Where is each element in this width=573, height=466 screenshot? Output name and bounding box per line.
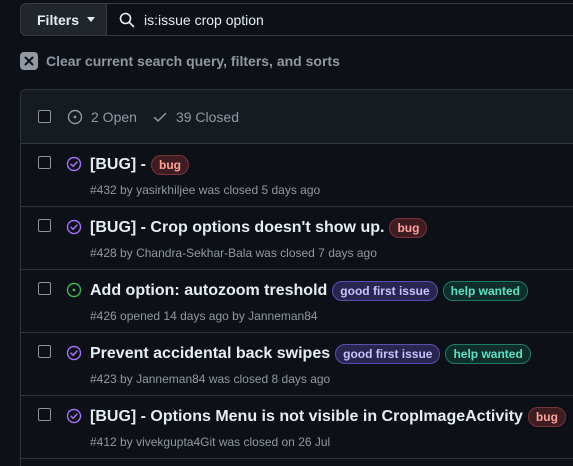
issue-title-line: [BUG] - Crop options doesn't show up. bug xyxy=(90,218,428,238)
issue-checkbox[interactable] xyxy=(38,345,51,358)
issue-author-link[interactable]: Janneman84 xyxy=(136,372,205,386)
caret-down-icon xyxy=(87,17,96,22)
check-icon xyxy=(153,112,167,122)
issue-status-text: was closed 5 days ago xyxy=(198,183,321,197)
issue-title-line: Add option: autozoom treshold good first … xyxy=(90,281,528,301)
issue-closed-icon xyxy=(66,219,82,240)
open-issues-tab[interactable]: 2 Open xyxy=(67,109,137,125)
issue-title-link[interactable]: Add option: autozoom treshold xyxy=(90,282,327,300)
issue-status-text: was closed 7 days ago xyxy=(255,246,377,260)
issue-by-text: by xyxy=(120,372,133,386)
issue-opened-icon xyxy=(66,282,82,303)
issue-number: #423 xyxy=(90,372,117,386)
issue-status-text: was closed on 26 Jul xyxy=(218,435,331,449)
label-hw[interactable]: help wanted xyxy=(445,344,531,364)
filters-button[interactable]: Filters xyxy=(20,3,107,36)
issue-closed-icon xyxy=(66,156,82,177)
clear-filters-link[interactable]: Clear current search query, filters, and… xyxy=(20,52,340,70)
issue-title-link[interactable]: [BUG] - Crop options doesn't show up. xyxy=(90,219,384,237)
issue-author-link[interactable]: Chandra-Sekhar-Bala xyxy=(136,246,252,260)
issue-author-link[interactable]: yasirkhiljee xyxy=(136,183,195,197)
issue-number: #428 xyxy=(90,246,117,260)
issue-closed-icon xyxy=(66,345,82,366)
issue-closed-icon xyxy=(66,408,82,429)
issue-row[interactable]: [BUG] - bug #432 by yasirkhiljee was close… xyxy=(21,144,573,207)
issue-number: #426 xyxy=(90,309,117,323)
search-bar: Filters xyxy=(0,3,573,37)
label-bug[interactable]: bug xyxy=(150,155,189,175)
label-gfi[interactable]: good first issue xyxy=(332,281,438,301)
issue-meta: #426 opened 14 days ago by Janneman84 xyxy=(90,309,318,323)
issue-meta: #423 by Janneman84 was closed 8 days ago xyxy=(90,372,330,386)
issue-status-text: was closed 8 days ago xyxy=(208,372,331,386)
issue-by-text: by xyxy=(120,183,133,197)
issue-title-line: [BUG] - Options Menu is not visible in C… xyxy=(90,407,566,427)
issue-meta: #432 by yasirkhiljee was closed 5 days a… xyxy=(90,183,320,197)
issue-row[interactable]: Prevent accidental back swipes good first… xyxy=(21,333,573,396)
issue-opened-text: opened 14 days ago by xyxy=(120,309,245,323)
issue-checkbox[interactable] xyxy=(38,282,51,295)
issue-meta: #412 by vivekgupta4Git was closed on 26 … xyxy=(90,435,330,449)
issue-row[interactable]: Add option: autozoom treshold good first … xyxy=(21,270,573,333)
close-icon xyxy=(20,52,38,70)
search-icon xyxy=(119,12,135,27)
issue-rows: [BUG] - bug #432 by yasirkhiljee was close… xyxy=(21,144,573,459)
issue-by-text: by xyxy=(120,435,133,449)
issue-by-text: by xyxy=(120,246,133,260)
issue-title-link[interactable]: [BUG] - Options Menu is not visible in C… xyxy=(90,408,523,426)
label-hw[interactable]: help wanted xyxy=(442,281,528,301)
issue-title-line: Prevent accidental back swipes good first… xyxy=(90,344,531,364)
issue-title-link[interactable]: Prevent accidental back swipes xyxy=(90,345,330,363)
issue-number: #432 xyxy=(90,183,117,197)
label-gfi[interactable]: good first issue xyxy=(335,344,441,364)
label-bug[interactable]: bug xyxy=(527,407,566,427)
issue-opened-icon xyxy=(67,109,83,124)
issue-title-line: [BUG] - bug xyxy=(90,155,189,175)
issue-row[interactable]: [BUG] - Crop options doesn't show up. bug… xyxy=(21,207,573,270)
issues-list-header: 2 Open 39 Closed xyxy=(21,90,573,144)
select-all-checkbox[interactable] xyxy=(38,110,51,123)
issue-number: #412 xyxy=(90,435,117,449)
issue-meta: #428 by Chandra-Sekhar-Bala was closed 7… xyxy=(90,246,377,260)
closed-issues-tab[interactable]: 39 Closed xyxy=(152,109,239,125)
search-input[interactable] xyxy=(144,11,544,28)
clear-filters-label: Clear current search query, filters, and… xyxy=(46,53,340,69)
issue-checkbox[interactable] xyxy=(38,219,51,232)
search-field[interactable] xyxy=(106,3,573,36)
issue-row[interactable]: [BUG] - Options Menu is not visible in C… xyxy=(21,396,573,459)
issue-title-link[interactable]: [BUG] - xyxy=(90,156,146,174)
issue-author-link[interactable]: Janneman84 xyxy=(248,309,317,323)
open-count: 2 Open xyxy=(91,108,137,125)
issue-checkbox[interactable] xyxy=(38,156,51,169)
filters-label: Filters xyxy=(37,11,80,28)
closed-count: 39 Closed xyxy=(175,108,239,125)
issue-checkbox[interactable] xyxy=(38,408,51,421)
label-bug[interactable]: bug xyxy=(389,218,428,238)
issue-author-link[interactable]: vivekgupta4Git xyxy=(136,435,215,449)
issues-list: 2 Open 39 Closed [BUG] - bug #432 by yasir… xyxy=(20,89,573,466)
